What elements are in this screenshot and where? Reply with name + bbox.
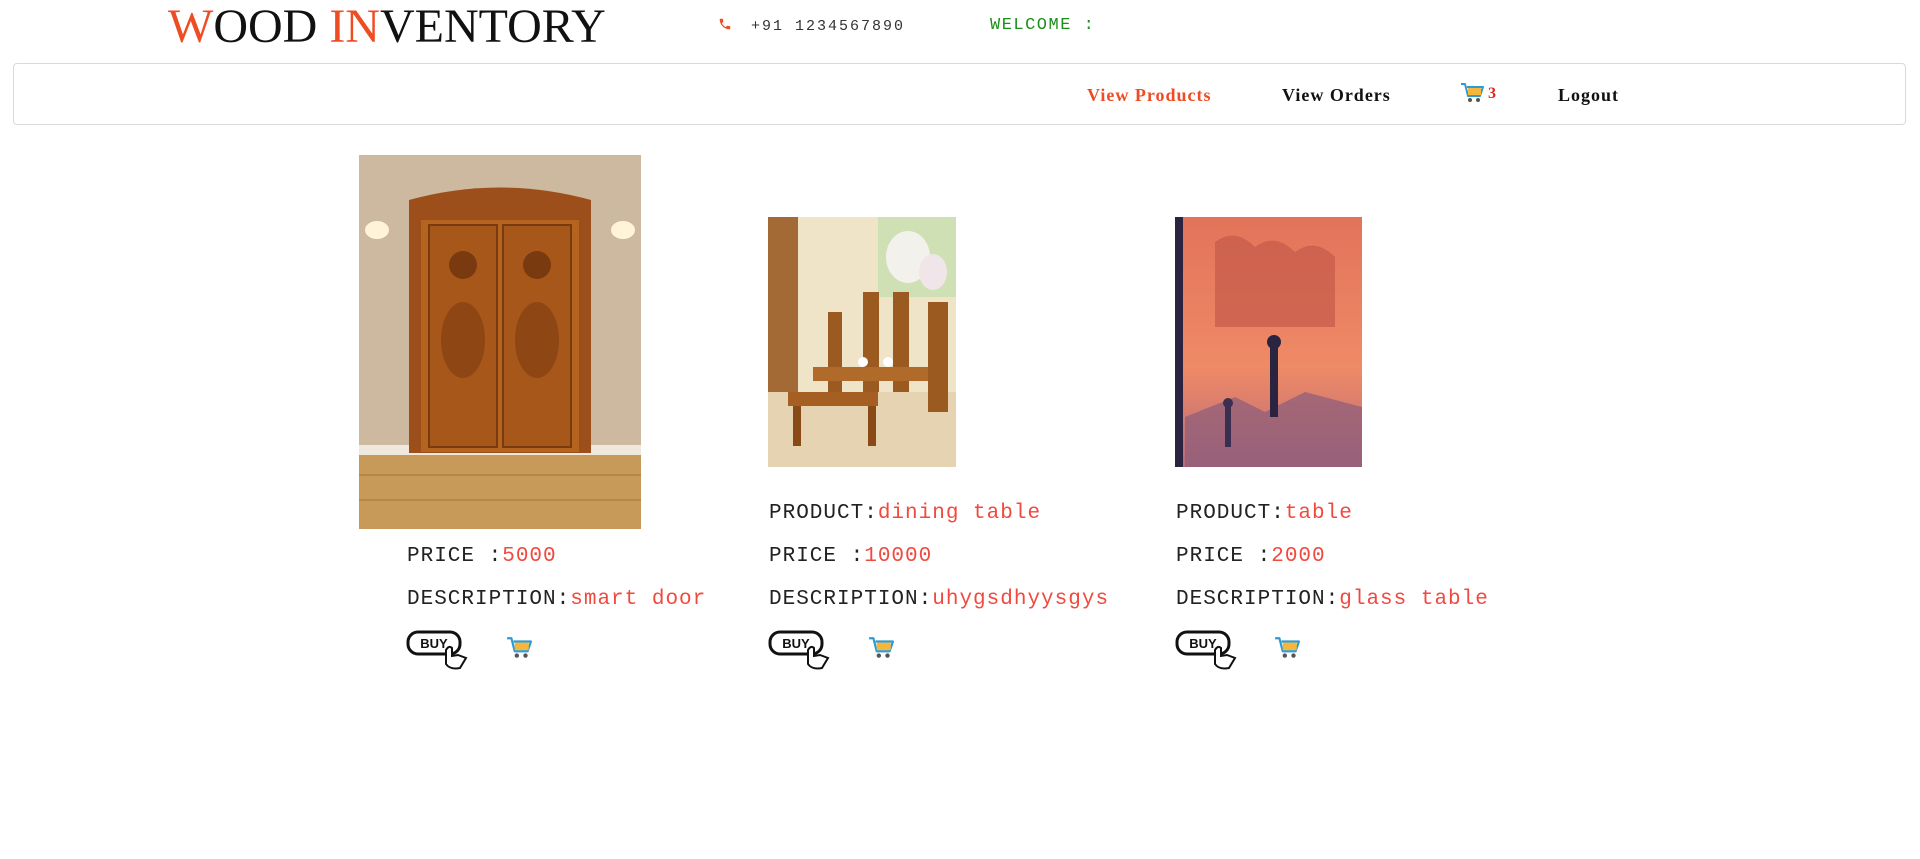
buy-button[interactable]: BUY (1175, 628, 1239, 672)
product-name-value: dining table (877, 502, 1042, 525)
price-value: 10000 (864, 545, 933, 568)
top-header: WOOD INVENTORY +91 1234567890 WELCOME : (0, 0, 1920, 58)
cart-icon (869, 637, 894, 658)
buy-button[interactable]: BUY (768, 628, 832, 672)
product-image-dining-table[interactable] (768, 217, 956, 467)
product-name-value: table (1284, 502, 1353, 525)
product-price-row: PRICE :10000 (769, 545, 932, 568)
phone-icon (718, 18, 743, 35)
product-image-table[interactable] (1175, 217, 1362, 467)
description-value: uhygsdhyysgys (932, 588, 1110, 611)
phone-number: +91 1234567890 (751, 18, 906, 35)
description-label: DESCRIPTION: (769, 588, 933, 611)
svg-text:BUY: BUY (420, 636, 448, 651)
product-image-door[interactable] (359, 155, 641, 529)
product-name-row: PRODUCT:dining table (769, 502, 1041, 525)
nav-logout[interactable]: Logout (1558, 85, 1619, 106)
add-to-cart-button[interactable] (506, 636, 534, 664)
price-label: PRICE : (769, 545, 865, 568)
price-value: 2000 (1271, 545, 1326, 568)
description-value: smart door (570, 588, 707, 611)
nav-view-products[interactable]: View Products (1087, 85, 1212, 106)
contact-phone: +91 1234567890 (718, 17, 905, 35)
cart-count-badge: 3 (1488, 85, 1496, 102)
welcome-text: WELCOME : (990, 16, 1096, 35)
product-price-row: PRICE :2000 (1176, 545, 1326, 568)
price-value: 5000 (502, 545, 557, 568)
buy-button[interactable]: BUY (406, 628, 470, 672)
logo-text-ood: OOD (213, 0, 330, 53)
main-navbar: View Products View Orders 3 Logout (13, 63, 1906, 125)
product-label: PRODUCT: (1176, 502, 1285, 525)
nav-view-orders[interactable]: View Orders (1282, 85, 1391, 106)
product-label: PRODUCT: (769, 502, 878, 525)
cart-icon (1460, 83, 1488, 108)
product-description-row: DESCRIPTION:smart door (407, 588, 706, 611)
add-to-cart-button[interactable] (868, 636, 896, 664)
site-logo[interactable]: WOOD INVENTORY (168, 2, 606, 52)
description-value: glass table (1339, 588, 1489, 611)
svg-text:BUY: BUY (782, 636, 810, 651)
cart-icon (1275, 637, 1300, 658)
product-description-row: DESCRIPTION:glass table (1176, 588, 1489, 611)
description-label: DESCRIPTION: (1176, 588, 1340, 611)
nav-cart[interactable]: 3 (1460, 82, 1496, 109)
description-label: DESCRIPTION: (407, 588, 571, 611)
price-label: PRICE : (1176, 545, 1272, 568)
cart-icon (507, 637, 532, 658)
product-price-row: PRICE :5000 (407, 545, 557, 568)
logo-text-ventory: VENTORY (379, 0, 606, 53)
add-to-cart-button[interactable] (1274, 636, 1302, 664)
svg-text:BUY: BUY (1189, 636, 1217, 651)
product-name-row: PRODUCT:table (1176, 502, 1353, 525)
price-label: PRICE : (407, 545, 503, 568)
logo-text-in: IN (329, 0, 380, 53)
logo-letter-w: W (168, 0, 214, 53)
product-description-row: DESCRIPTION:uhygsdhyysgys (769, 588, 1109, 611)
